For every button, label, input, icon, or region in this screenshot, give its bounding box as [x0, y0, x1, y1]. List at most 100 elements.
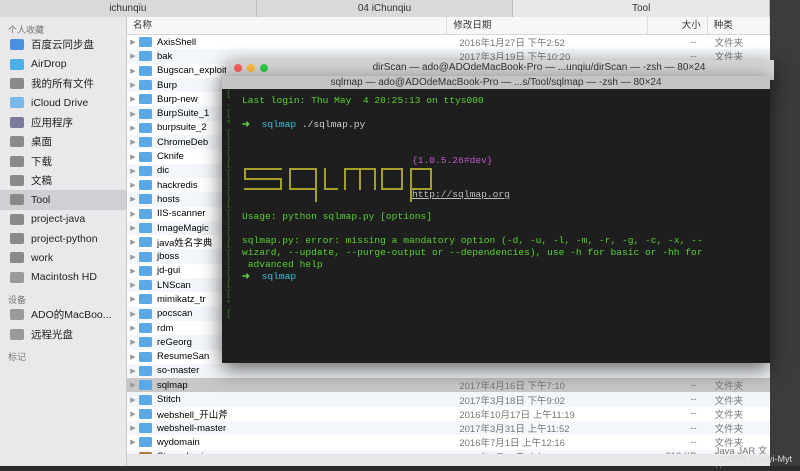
- file-row[interactable]: ▶ AxisShell 2016年1月27日 下午2:52 -- 文件夹: [127, 35, 770, 50]
- folder-icon: [139, 94, 152, 105]
- file-row[interactable]: ▶ so-master: [127, 363, 770, 379]
- file-kind: 文件夹: [714, 424, 744, 436]
- file-row[interactable]: ▶ sqlmap 2017年4月16日 下午7:10 -- 文件夹: [127, 378, 770, 393]
- terminal-window[interactable]: sqlmap — ado@ADOdeMacBook-Pro — ...s/Too…: [222, 76, 770, 363]
- prompt-arrow-icon: ➜: [242, 271, 251, 282]
- disclosure-triangle-icon[interactable]: ▶: [127, 195, 139, 203]
- usage-line: Usage: python sqlmap.py [options]: [242, 211, 432, 222]
- file-name: ImageMagic: [157, 222, 209, 234]
- folder-icon: [139, 37, 152, 48]
- sidebar-item-icloud-drive[interactable]: iCloud Drive: [0, 93, 126, 112]
- disclosure-triangle-icon[interactable]: ▶: [127, 110, 139, 118]
- sidebar-item-project-java[interactable]: project-java: [0, 210, 126, 229]
- disclosure-triangle-icon[interactable]: ▶: [127, 181, 139, 189]
- folder-icon: [10, 252, 24, 264]
- tab-04-ichunqiu[interactable]: 04 iChunqiu: [257, 0, 514, 17]
- sidebar-item-project-python[interactable]: project-python: [0, 229, 126, 248]
- file-row[interactable]: ▶ wydomain 2016年7月1日 上午12:16 -- 文件夹: [127, 435, 770, 450]
- file-name: jd-gui: [157, 265, 181, 277]
- column-size-header[interactable]: 大小: [648, 17, 708, 34]
- sidebar-item-work[interactable]: work: [0, 248, 126, 267]
- tab-ichunqiu[interactable]: ichunqiu: [0, 0, 257, 17]
- file-size: --: [690, 436, 697, 448]
- folder-icon: [139, 437, 152, 448]
- file-row[interactable]: ▶ webshell_开山斧 2016年10月17日 上午11:19 -- 文件夹: [127, 407, 770, 421]
- file-row[interactable]: ▶ Stitch 2017年3月18日 下午9:02 -- 文件夹: [127, 392, 770, 407]
- file-name: ResumeSan: [157, 351, 210, 363]
- downloads-icon: [10, 155, 24, 167]
- folder-icon: [139, 122, 152, 133]
- sidebar-item-ado-macboo[interactable]: ADO的MacBoo...: [0, 305, 126, 324]
- sidebar-item-[interactable]: 文稿: [0, 171, 126, 190]
- desktop-icon: [10, 136, 24, 148]
- disclosure-triangle-icon[interactable]: ▶: [127, 81, 139, 89]
- sidebar-item-airdrop[interactable]: AirDrop: [0, 54, 126, 73]
- disclosure-triangle-icon[interactable]: ▶: [127, 438, 139, 446]
- sidebar-item-[interactable]: 桌面: [0, 132, 126, 151]
- sidebar-item-label: 百度云同步盘: [31, 39, 94, 52]
- sidebar-item-[interactable]: 远程光盘: [0, 324, 126, 343]
- sidebar-item-[interactable]: 我的所有文件: [0, 74, 126, 93]
- sidebar-item-label: Macintosh HD: [31, 271, 97, 284]
- laptop-icon: [10, 309, 24, 321]
- disclosure-triangle-icon[interactable]: ▶: [127, 95, 139, 103]
- disclosure-triangle-icon[interactable]: ▶: [127, 52, 139, 60]
- file-kind: 文件夹: [714, 38, 744, 50]
- sidebar-item-[interactable]: 百度云同步盘: [0, 35, 126, 54]
- disclosure-triangle-icon[interactable]: ▶: [127, 153, 139, 161]
- file-date: 2017年4月16日 下午7:10: [459, 381, 565, 393]
- sidebar-item-[interactable]: 下载: [0, 151, 126, 170]
- maximize-icon[interactable]: [260, 63, 268, 72]
- disclosure-triangle-icon[interactable]: ▶: [127, 353, 139, 361]
- disclosure-triangle-icon[interactable]: ▶: [127, 67, 139, 75]
- disclosure-triangle-icon[interactable]: ▶: [127, 38, 139, 46]
- disclosure-triangle-icon[interactable]: ▶: [127, 281, 139, 289]
- sidebar-item-tool[interactable]: Tool: [0, 190, 126, 210]
- disclosure-triangle-icon[interactable]: ▶: [127, 324, 139, 332]
- file-name: Cknife: [157, 151, 184, 163]
- applications-icon: [10, 116, 24, 128]
- documents-icon: [10, 174, 24, 186]
- disclosure-triangle-icon[interactable]: ▶: [127, 338, 139, 346]
- column-name-header[interactable]: 名称: [127, 17, 448, 34]
- folder-icon: [139, 280, 152, 291]
- column-date-header[interactable]: 修改日期: [447, 17, 648, 34]
- disclosure-triangle-icon[interactable]: ▶: [127, 238, 139, 246]
- sidebar-item-label: 应用程序: [31, 116, 73, 129]
- folder-icon: [139, 208, 152, 219]
- last-login-line: Last login: Thu May 4 20:25:13 on ttys00…: [242, 95, 484, 106]
- disclosure-triangle-icon[interactable]: ▶: [127, 253, 139, 261]
- sidebar-item-[interactable]: 应用程序: [0, 113, 126, 132]
- file-name: burpsuite_2: [157, 122, 207, 134]
- disclosure-triangle-icon[interactable]: ▶: [127, 396, 139, 404]
- file-name: pocscan: [157, 308, 193, 320]
- disclosure-triangle-icon[interactable]: ▶: [127, 224, 139, 232]
- sqlmap-version: {1.0.5.26#dev}: [412, 155, 493, 166]
- disclosure-triangle-icon[interactable]: ▶: [127, 367, 139, 375]
- sqlmap-url-link[interactable]: http://sqlmap.org: [412, 189, 510, 200]
- minimize-icon[interactable]: [247, 63, 255, 72]
- disclosure-triangle-icon[interactable]: ▶: [127, 310, 139, 318]
- disclosure-triangle-icon[interactable]: ▶: [127, 424, 139, 432]
- disclosure-triangle-icon[interactable]: ▶: [127, 167, 139, 175]
- file-row[interactable]: ▶ webshell-master 2017年3月31日 上午11:52 -- 文件夹: [127, 421, 770, 436]
- column-kind-header[interactable]: 种类: [708, 17, 770, 34]
- error-line-1: sqlmap.py: error: missing a mandatory op…: [242, 235, 703, 246]
- file-size: --: [690, 36, 697, 48]
- window-controls: [226, 63, 304, 72]
- disclosure-triangle-icon[interactable]: ▶: [127, 381, 139, 389]
- tab-tool[interactable]: Tool: [513, 0, 771, 17]
- sidebar-item-label: 文稿: [31, 174, 52, 187]
- disclosure-triangle-icon[interactable]: ▶: [127, 124, 139, 132]
- disclosure-triangle-icon[interactable]: ▶: [127, 267, 139, 275]
- disclosure-triangle-icon[interactable]: ▶: [127, 295, 139, 303]
- disclosure-triangle-icon[interactable]: ▶: [127, 210, 139, 218]
- disclosure-triangle-icon[interactable]: ▶: [127, 410, 139, 418]
- sidebar-item-label: ADO的MacBoo...: [31, 309, 112, 322]
- disclosure-triangle-icon[interactable]: ▶: [127, 138, 139, 146]
- file-name: webshell-master: [157, 422, 227, 434]
- remote-disc-icon: [10, 328, 24, 340]
- terminal-body[interactable]: [ . [ * [ [ [ [ [ [ [ [ [ [ [ [ [ [ [ [ …: [222, 89, 770, 361]
- sidebar-item-macintosh-hd[interactable]: Macintosh HD: [0, 268, 126, 287]
- close-icon[interactable]: [234, 63, 242, 72]
